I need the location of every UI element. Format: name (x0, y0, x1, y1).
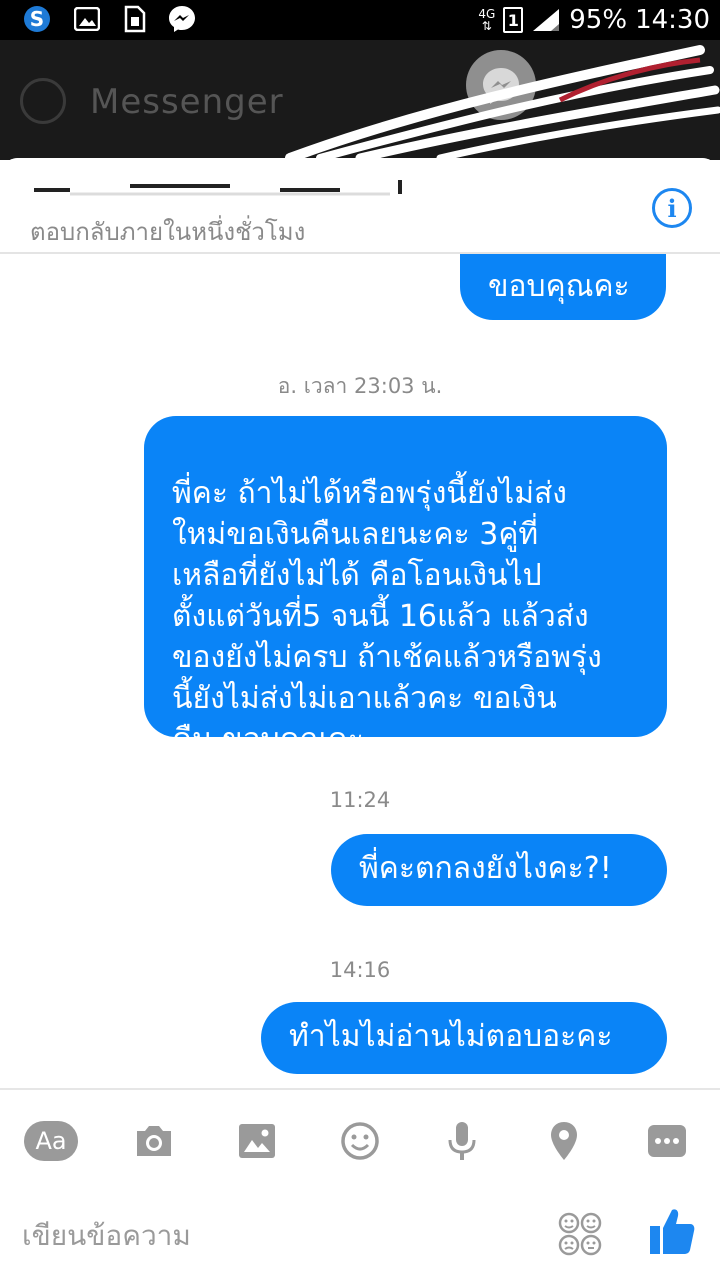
message-timestamp: อ. เวลา 23:03 น. (277, 374, 443, 398)
messenger-icon (165, 4, 199, 34)
gallery-icon (70, 4, 104, 34)
message-text: พี่คะตกลงยังไงคะ?! (359, 851, 612, 886)
image-icon[interactable] (230, 1114, 284, 1168)
background-app: Messenger (0, 40, 720, 160)
network-indicator: 4G ⇅ (478, 7, 496, 33)
chat-window: ตอบกลับภายในหนึ่งชั่วโมง i ขอบคุณคะ อ. เ… (0, 158, 720, 1280)
info-button[interactable]: i (652, 188, 692, 228)
svg-text:S: S (30, 7, 44, 31)
contact-status: ตอบกลับภายในหนึ่งชั่วโมง (30, 218, 306, 246)
more-icon[interactable] (640, 1114, 694, 1168)
message-bubble[interactable]: พี่คะ ถ้าไม่ได้หรือพรุ่งนี้ยังไม่ส่ง ใหม… (144, 416, 667, 757)
battery-level: 95% (569, 5, 628, 35)
sim-card-icon (118, 4, 152, 34)
composer-toolbar: Aa (0, 1088, 720, 1188)
camera-icon[interactable] (127, 1114, 181, 1168)
clock: 14:30 (635, 5, 710, 35)
skype-icon: S (20, 4, 54, 34)
sim-slot-icon: 1 (503, 7, 524, 33)
message-bubble[interactable]: พี่คะตกลงยังไงคะ?! (331, 834, 667, 906)
message-text: พี่คะ ถ้าไม่ได้หรือพรุ่งนี้ยังไม่ส่ง ใหม… (172, 476, 602, 757)
location-icon[interactable] (537, 1114, 591, 1168)
message-timestamp: 11:24 (329, 788, 391, 812)
contact-name-redacted (34, 180, 402, 196)
emoji-icon[interactable] (333, 1114, 387, 1168)
text-format-icon[interactable]: Aa (24, 1114, 78, 1168)
message-input[interactable] (22, 1210, 522, 1260)
redaction-scribble (285, 45, 720, 160)
message-bubble[interactable]: ขอบคุณคะ (460, 254, 666, 320)
thumbs-up-icon[interactable] (648, 1206, 696, 1256)
status-bar: S 4G ⇅ 1 95% 14:30 (0, 0, 720, 40)
chat-header: ตอบกลับภายในหนึ่งชั่วโมง i (0, 158, 720, 254)
sticker-icon[interactable] (556, 1210, 604, 1258)
signal-icon (533, 9, 560, 31)
message-timestamp: 14:16 (329, 958, 391, 982)
composer-input-row (0, 1188, 720, 1280)
message-text: ขอบคุณคะ (488, 269, 630, 304)
message-bubble[interactable]: ทำไมไม่อ่านไม่ตอบอะคะ (261, 1002, 667, 1074)
microphone-icon[interactable] (435, 1114, 489, 1168)
message-text: ทำไมไม่อ่านไม่ตอบอะคะ (289, 1019, 613, 1054)
